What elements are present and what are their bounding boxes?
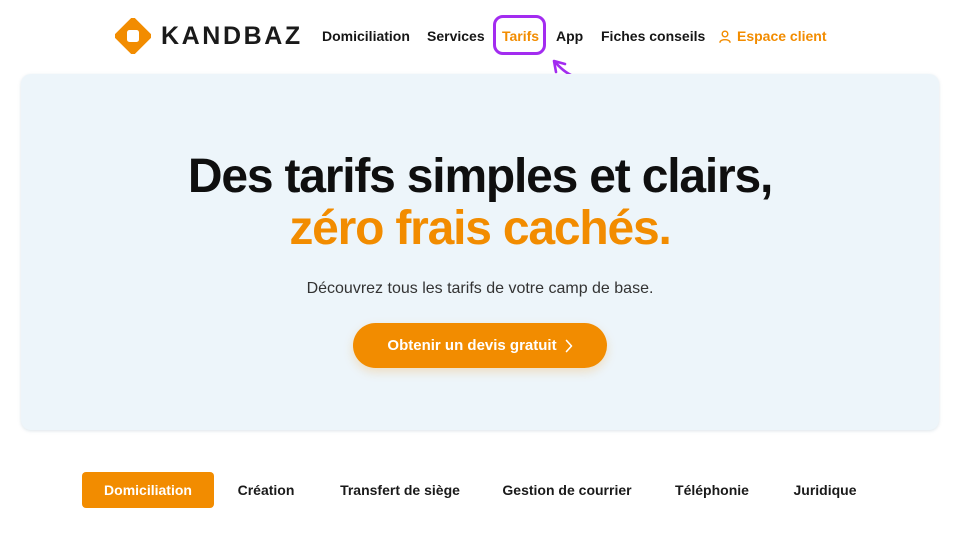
brand-name: KANDBAZ	[161, 21, 303, 50]
tab-juridique[interactable]: Juridique	[784, 472, 866, 508]
nav-item-app[interactable]: App	[556, 26, 583, 46]
espace-client-label: Espace client	[737, 28, 827, 44]
nav-item-fiches-conseils[interactable]: Fiches conseils	[601, 26, 705, 46]
hero-section: Des tarifs simples et clairs, zéro frais…	[21, 74, 939, 430]
kandbaz-logo-icon	[115, 18, 151, 54]
hero-subtitle: Découvrez tous les tarifs de votre camp …	[306, 280, 654, 297]
pricing-tabs: Domiciliation Création Transfert de sièg…	[0, 472, 960, 508]
tab-telephonie[interactable]: Téléphonie	[668, 472, 756, 508]
tab-creation[interactable]: Création	[224, 472, 308, 508]
espace-client-link[interactable]: Espace client	[719, 26, 827, 46]
hero-title-line1: Des tarifs simples et clairs,	[187, 150, 773, 203]
hero-title: Des tarifs simples et clairs, zéro frais…	[21, 151, 939, 255]
cta-label: Obtenir un devis gratuit	[387, 337, 557, 354]
annotation-highlight-box	[493, 15, 546, 55]
nav-item-services[interactable]: Services	[427, 26, 485, 46]
tab-domiciliation[interactable]: Domiciliation	[82, 472, 214, 508]
tab-transfert-de-siege[interactable]: Transfert de siège	[330, 472, 470, 508]
get-free-quote-button[interactable]: Obtenir un devis gratuit	[353, 323, 607, 368]
chevron-right-icon	[565, 339, 572, 352]
tab-gestion-de-courrier[interactable]: Gestion de courrier	[494, 472, 640, 508]
logo[interactable]: KANDBAZ	[115, 17, 303, 55]
user-icon	[719, 30, 731, 43]
nav-item-domiciliation[interactable]: Domiciliation	[322, 26, 410, 46]
site-header: KANDBAZ Domiciliation Services Tarifs Ap…	[0, 0, 960, 82]
hero-title-accent: zéro frais cachés.	[289, 202, 671, 255]
